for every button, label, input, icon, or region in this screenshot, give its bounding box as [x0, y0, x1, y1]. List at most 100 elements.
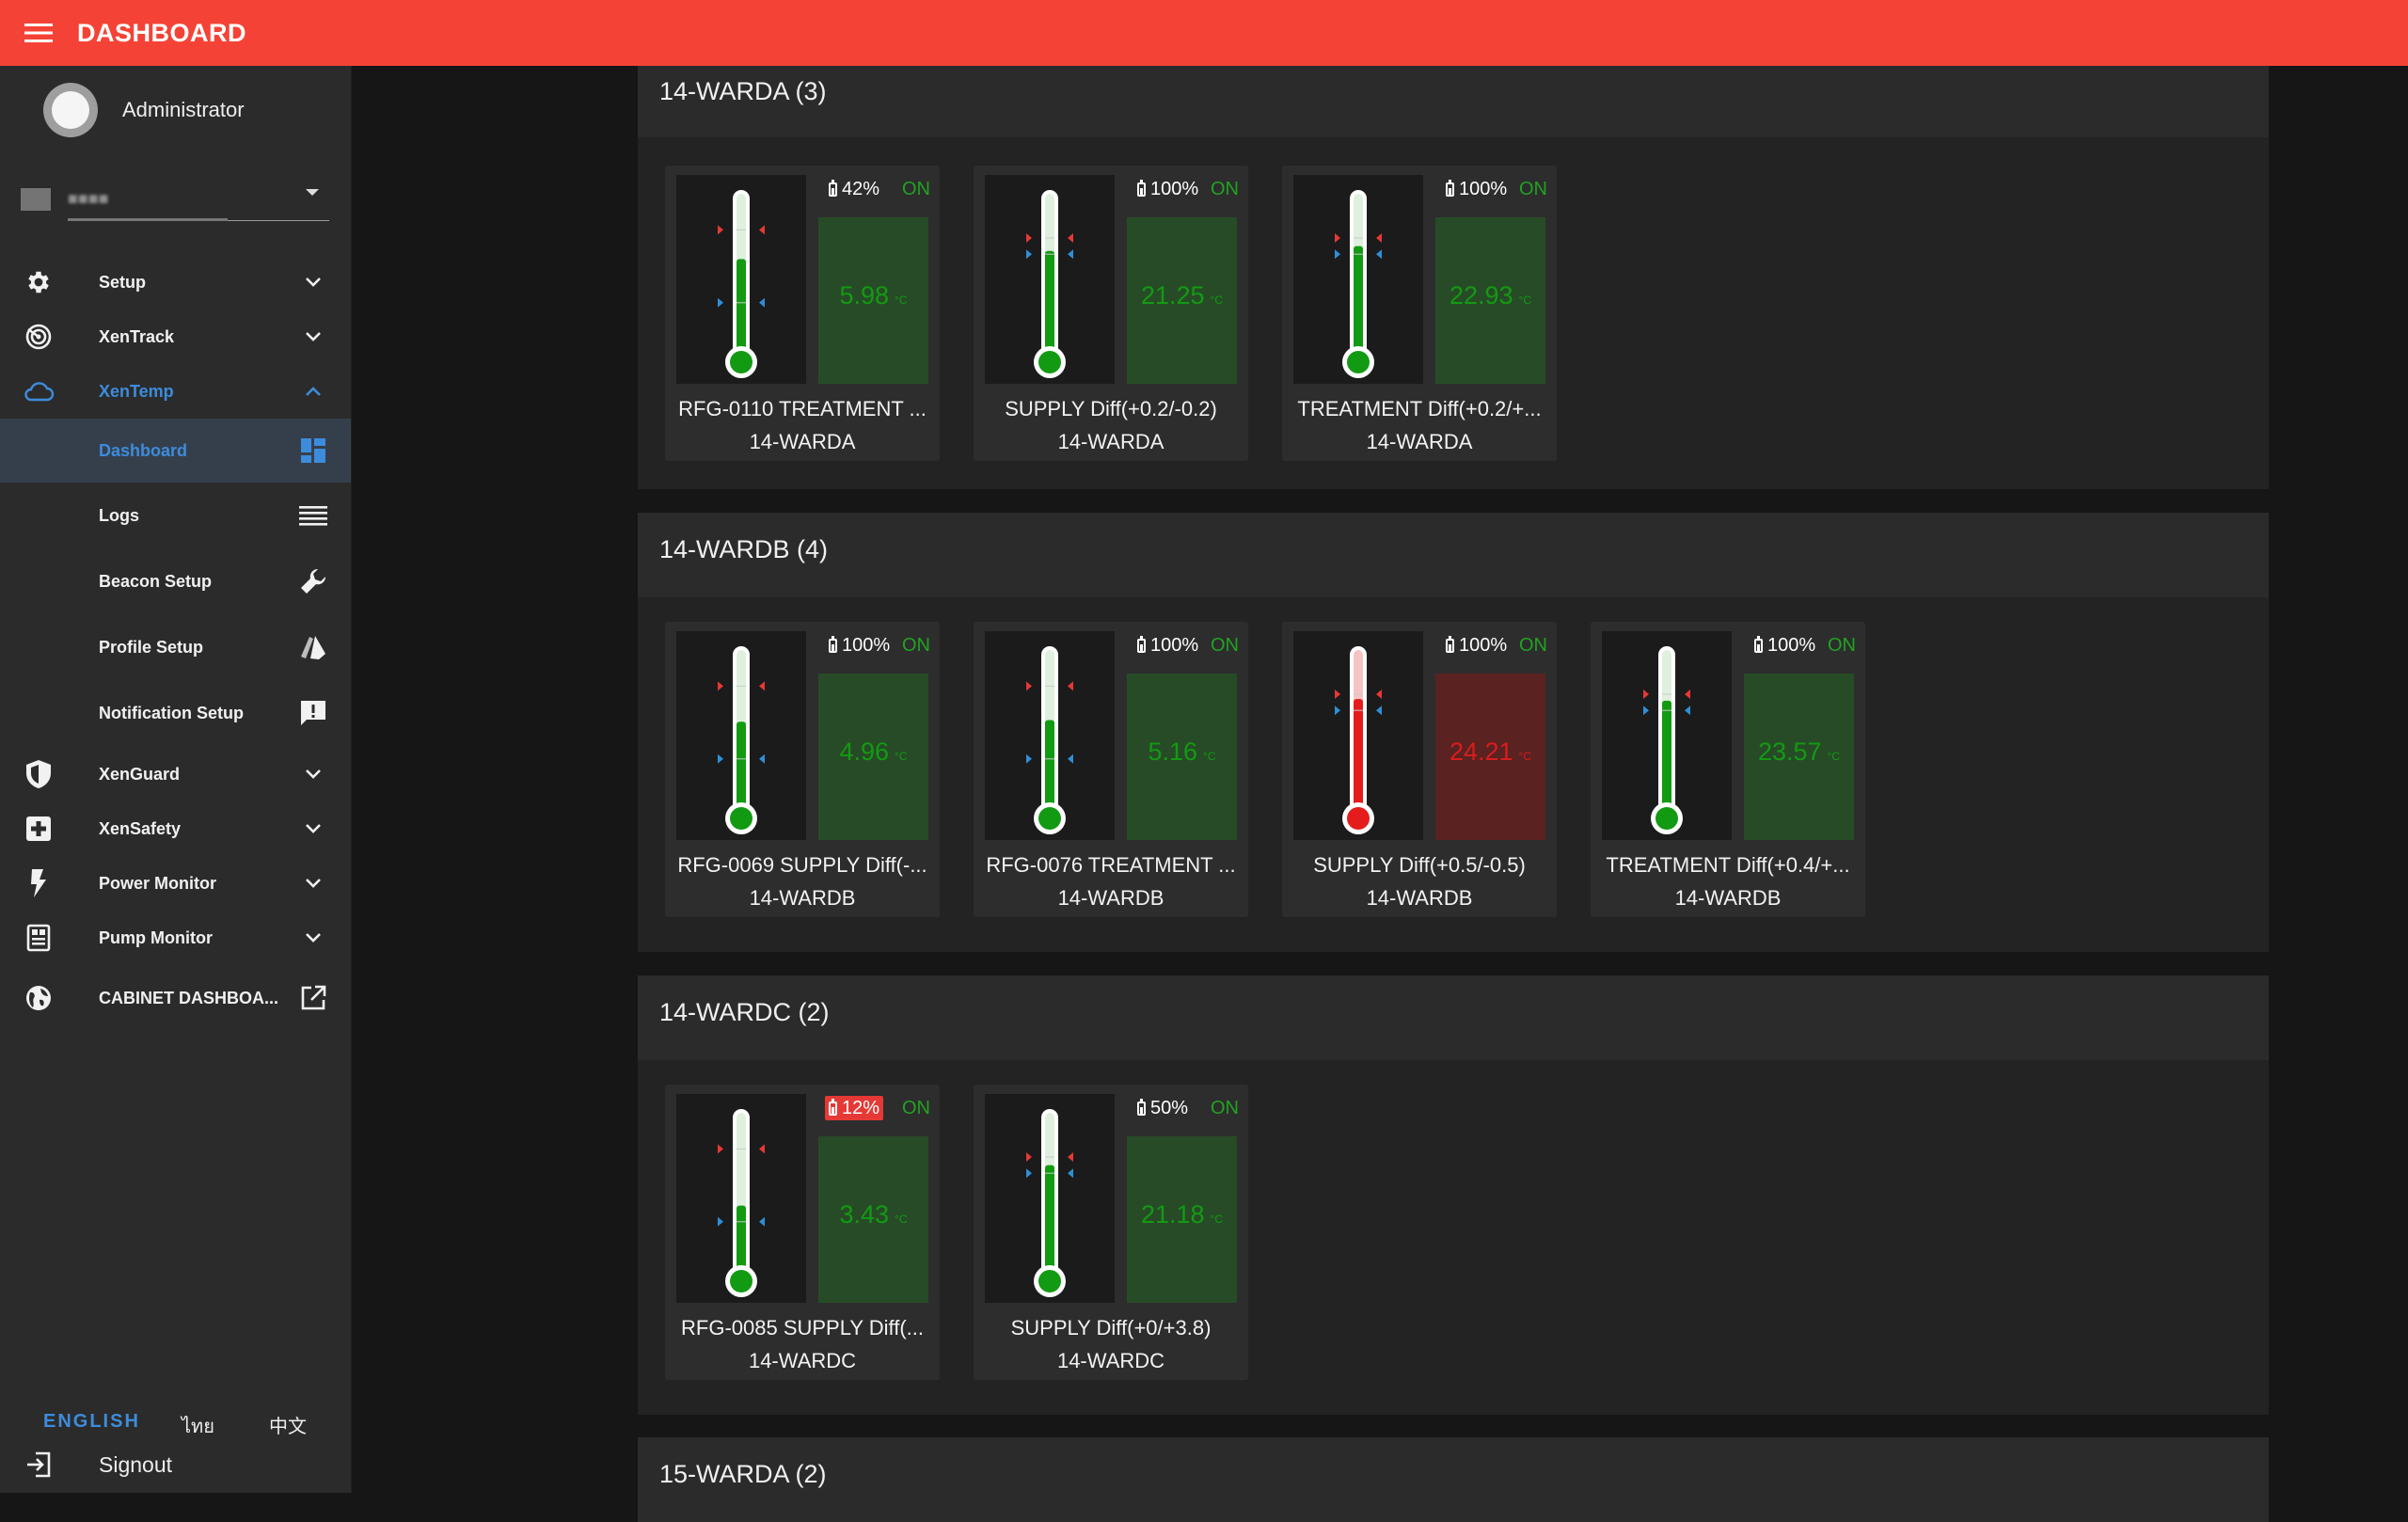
group-header[interactable]: 14-WARDC (2) [638, 975, 2269, 1060]
thermometer-panel [676, 1094, 806, 1303]
battery-level: 100% [1150, 634, 1199, 656]
language-chinese[interactable]: 中文 [269, 1411, 307, 1438]
sensor-card[interactable]: 12% ON 3.43 °C RFG-0085 SUPPLY Diff(... 14-WA… [665, 1085, 940, 1380]
hamburger-menu-icon [24, 24, 53, 42]
sidebar-item-pump-monitor[interactable]: Pump Monitor [0, 916, 351, 959]
sidebar-item-label: Setup [99, 272, 147, 292]
organization-select[interactable]: ■■■■ [21, 177, 329, 222]
sidebar-item-xensafety[interactable]: XenSafety [0, 807, 351, 850]
thermometer-panel [985, 631, 1115, 840]
low-threshold-marker-left [1335, 706, 1340, 716]
sidebar-item-setup[interactable]: Setup [0, 261, 351, 304]
language-english[interactable]: ENGLISH [43, 1411, 140, 1433]
sidebar-item-label: Beacon Setup [99, 571, 213, 591]
battery-indicator: 100% [1133, 177, 1202, 201]
sidebar-item-dashboard[interactable]: Dashboard [0, 419, 351, 483]
high-threshold-marker-left [1335, 690, 1340, 699]
sidebar-item-beacon-setup[interactable]: Beacon Setup [0, 548, 351, 614]
sidebar-item-label: XenSafety [99, 818, 182, 838]
chevron-down-icon [299, 760, 327, 788]
temperature-reading: 5.98 °C [818, 281, 928, 310]
sidebar-item-notification-setup[interactable]: Notification Setup [0, 680, 351, 746]
temperature-panel: 24.21 °C [1435, 674, 1545, 840]
sidebar-item-power-monitor[interactable]: Power Monitor [0, 862, 351, 905]
battery-icon [1137, 635, 1146, 653]
temperature-unit: °C [1518, 750, 1532, 763]
temperature-value: 3.43 [839, 1200, 890, 1229]
temperature-panel: 21.25 °C [1127, 217, 1237, 384]
temperature-value: 24.21 [1449, 737, 1513, 766]
sidebar-item-cabinet-dashboard[interactable]: CABINET DASHBOA... [0, 976, 351, 1020]
temperature-value: 22.93 [1449, 281, 1513, 309]
sensor-card[interactable]: 100% ON 21.25 °C SUPPLY Diff(+0.2/-0.2) 14-WA… [974, 166, 1248, 461]
low-threshold-marker-left [1026, 1168, 1032, 1179]
sensor-card[interactable]: 100% ON 5.16 °C RFG-0076 TREATMENT ... 14-WAR… [974, 622, 1248, 917]
sensor-group: 15-WARDA (2) [638, 1437, 2269, 1522]
thermometer-gauge [1026, 646, 1073, 834]
sidebar-item-label: CABINET DASHBOA... [99, 988, 279, 1007]
battery-icon [1137, 1098, 1146, 1116]
high-threshold-marker-right [1068, 681, 1073, 691]
low-threshold-marker-right [1376, 706, 1382, 716]
user-profile[interactable]: Administrator [0, 66, 351, 153]
temperature-panel: 5.16 °C [1127, 674, 1237, 840]
sensor-card[interactable]: 100% ON 23.57 °C TREATMENT Diff(+0.4/+... 14-… [1591, 622, 1865, 917]
signout-label: Signout [99, 1452, 173, 1477]
sidebar-item-profile-setup[interactable]: Profile Setup [0, 614, 351, 680]
high-threshold-marker-left [1026, 1152, 1032, 1162]
status-badge: ON [902, 179, 930, 199]
temperature-value: 5.98 [839, 281, 890, 309]
chevron-down-icon [299, 924, 327, 952]
sensor-name: RFG-0110 TREATMENT ... [678, 397, 927, 420]
sensor-ward: 14-WARDB [1057, 886, 1164, 910]
sidebar-item-logs[interactable]: Logs [0, 483, 351, 548]
pump-panel-icon [23, 922, 55, 954]
sidebar-item-label: Profile Setup [99, 637, 204, 657]
status-badge: ON [1828, 635, 1856, 656]
language-thai[interactable]: ไทย [182, 1411, 214, 1441]
group-header[interactable]: 14-WARDB (4) [638, 513, 2269, 597]
sensor-card[interactable]: 42% ON 5.98 °C RFG-0110 TREATMENT ... 14-WARD… [665, 166, 940, 461]
temperature-reading: 3.43 °C [818, 1200, 928, 1229]
battery-level: 42% [842, 178, 880, 199]
battery-icon [829, 179, 837, 197]
group-header[interactable]: 15-WARDA (2) [638, 1437, 2269, 1522]
low-threshold-marker-left [718, 1216, 723, 1227]
battery-icon [1137, 179, 1146, 197]
temperature-value: 4.96 [839, 737, 890, 766]
sensor-ward: 14-WARDA [749, 430, 856, 453]
menu-button[interactable] [0, 0, 77, 66]
page-title: DASHBOARD [77, 18, 246, 47]
high-threshold-marker-right [1376, 233, 1382, 243]
thermometer-gauge [718, 646, 765, 834]
group-title: 14-WARDA (3) [659, 77, 827, 105]
sidebar-item-label: XenTemp [99, 381, 174, 401]
sensor-card[interactable]: 100% ON 24.21 °C SUPPLY Diff(+0.5/-0.5) 14-WA… [1282, 622, 1557, 917]
low-threshold-marker-right [1068, 1168, 1073, 1179]
battery-level: 100% [842, 634, 891, 656]
sidebar-item-xentrack[interactable]: XenTrack [0, 315, 351, 358]
message-alert-icon [295, 695, 331, 731]
low-threshold-marker-right [1376, 249, 1382, 260]
thermometer-bulb [730, 807, 752, 830]
sensor-name: RFG-0085 SUPPLY Diff(... [681, 1316, 924, 1340]
cloud-icon [23, 375, 55, 407]
sensor-name: RFG-0076 TREATMENT ... [986, 853, 1236, 877]
sidebar-item-label: Power Monitor [99, 873, 216, 893]
temperature-reading: 4.96 °C [818, 737, 928, 767]
thermometer-bulb [1038, 1270, 1061, 1292]
radar-icon [23, 321, 55, 353]
sidebar-item-xenguard[interactable]: XenGuard [0, 753, 351, 796]
sensor-card[interactable]: 50% ON 21.18 °C SUPPLY Diff(+0/+3.8) 14-WARDC [974, 1085, 1248, 1380]
sensor-card[interactable]: 100% ON 22.93 °C TREATMENT Diff(+0.2/+... 14-… [1282, 166, 1557, 461]
temperature-unit: °C [895, 750, 908, 763]
sensor-card[interactable]: 100% ON 4.96 °C RFG-0069 SUPPLY Diff(-... 14-… [665, 622, 940, 917]
low-threshold-marker-right [1068, 753, 1073, 764]
list-lines-icon [295, 498, 331, 533]
battery-indicator: 100% [825, 633, 894, 658]
group-header[interactable]: 14-WARDA (3) [638, 66, 2269, 137]
globe-icon [23, 982, 55, 1014]
signout-button[interactable]: Signout [0, 1443, 351, 1486]
thermometer-panel [985, 1094, 1115, 1303]
sidebar-item-xentemp[interactable]: XenTemp [0, 370, 351, 413]
